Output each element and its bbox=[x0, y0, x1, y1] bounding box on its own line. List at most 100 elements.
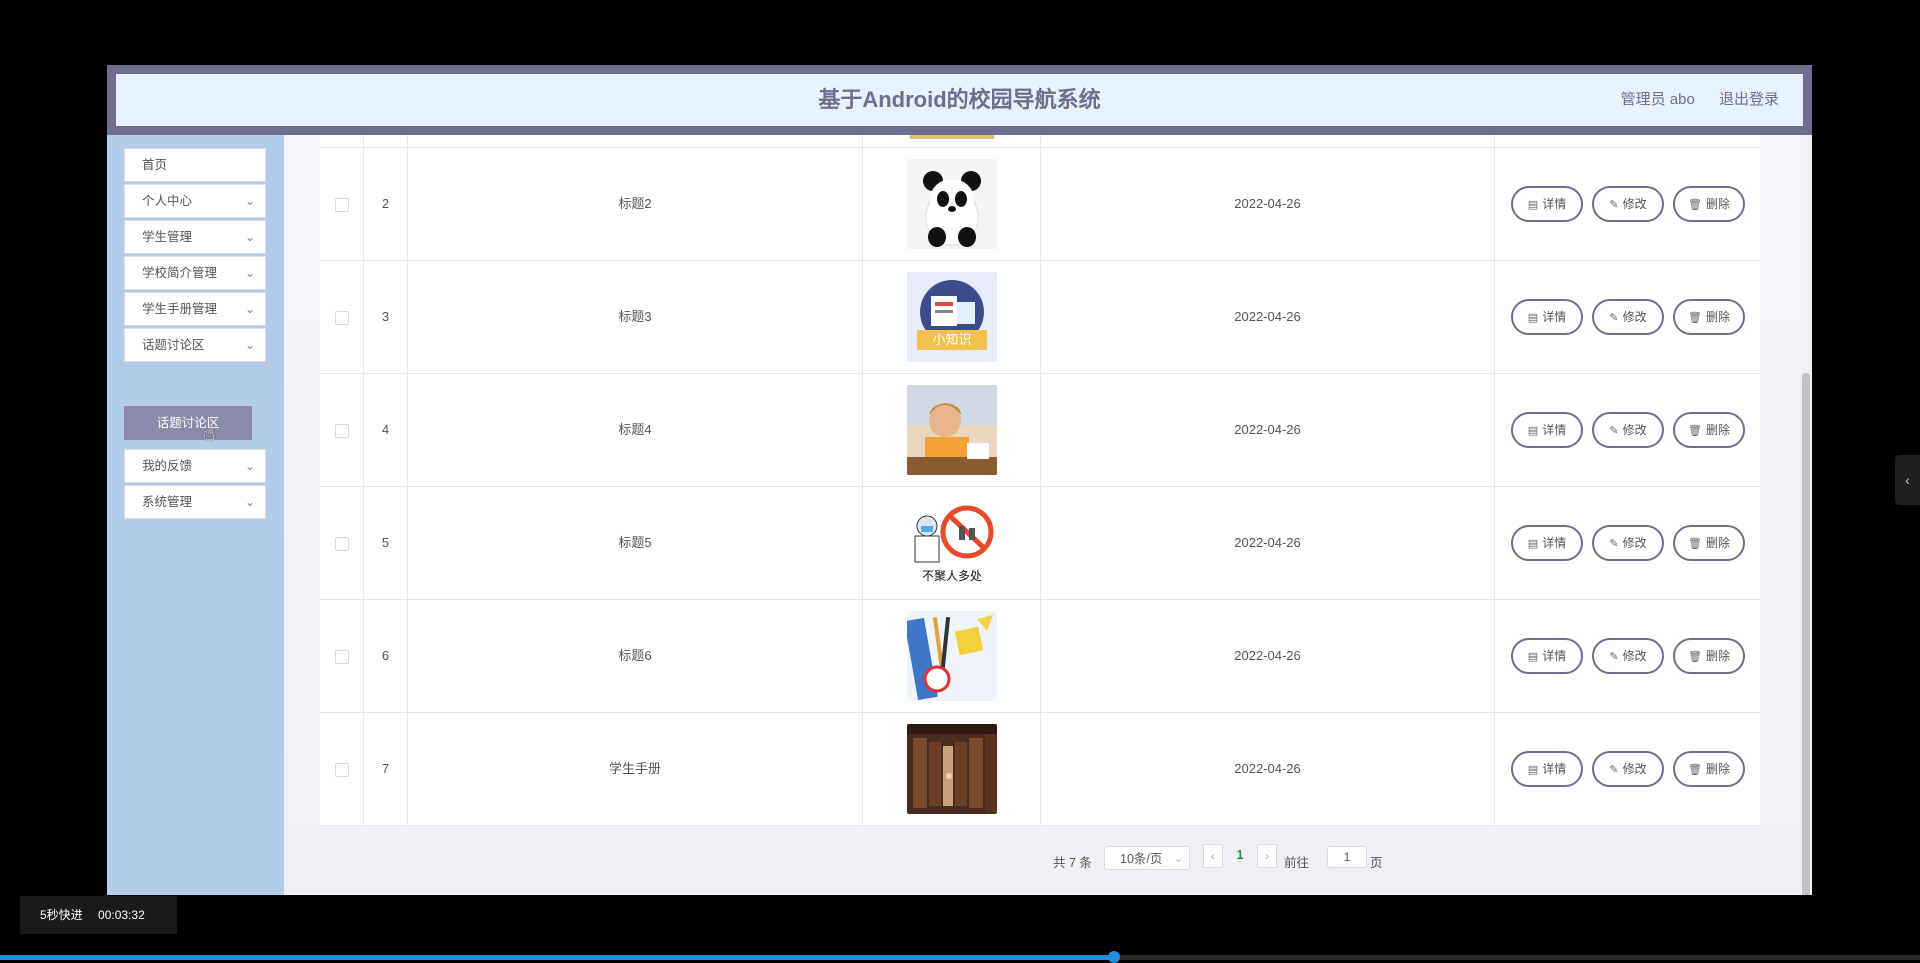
detail-button[interactable]: ▤ 详情 bbox=[1511, 524, 1583, 561]
row-image-cell bbox=[863, 599, 1041, 712]
edit-button[interactable]: ✎ 修改 bbox=[1592, 298, 1664, 335]
row-actions-cell: ▤ 详情 ✎ 修改 🗑 删除 bbox=[1495, 599, 1760, 712]
row-title-cell: 学生手册 bbox=[408, 712, 863, 825]
row-index: 6 bbox=[381, 647, 390, 663]
sidebar-item-student-handbook[interactable]: 学生手册管理 ⌄ bbox=[124, 292, 266, 326]
progress-knob[interactable] bbox=[1107, 951, 1120, 963]
chevron-down-icon: ⌄ bbox=[1173, 853, 1183, 865]
edit-button-label: 修改 bbox=[1622, 648, 1647, 663]
sidebar-item-home[interactable]: 首页 bbox=[124, 148, 266, 182]
row-checkbox[interactable] bbox=[335, 197, 349, 212]
page-size-value: 10条/页 bbox=[1120, 852, 1163, 866]
delete-button[interactable]: 🗑 删除 bbox=[1673, 750, 1745, 787]
sidebar-item-personal-center[interactable]: 个人中心 ⌄ bbox=[124, 184, 266, 218]
row-date-cell: 2022-04-26 bbox=[1041, 373, 1495, 486]
row-title-cell: 标题4 bbox=[408, 373, 863, 486]
stationery-image bbox=[907, 610, 997, 701]
edit-icon: ✎ bbox=[1609, 537, 1619, 550]
trash-icon: 🗑 bbox=[1688, 650, 1702, 663]
row-title: 学生手册 bbox=[608, 760, 661, 776]
row-actions-cell: ▤ 详情 ✎ 修改 🗑 删除 bbox=[1495, 147, 1760, 260]
row-index-cell: 7 bbox=[364, 712, 408, 825]
page-size-select[interactable]: 10条/页 ⌄ bbox=[1104, 846, 1190, 870]
next-page-button[interactable]: › bbox=[1257, 844, 1277, 868]
student-image bbox=[907, 384, 997, 475]
sidebar-item-label: 话题讨论区 bbox=[142, 338, 205, 352]
row-image-cell: 小知识 bbox=[863, 260, 1041, 373]
progress-fill bbox=[0, 955, 1114, 960]
edit-icon: ✎ bbox=[1609, 311, 1619, 324]
chevron-down-icon: ⌄ bbox=[244, 459, 255, 473]
collapse-panel-button[interactable]: ‹ bbox=[1895, 455, 1920, 505]
row-checkbox[interactable] bbox=[335, 536, 349, 551]
edit-button[interactable]: ✎ 修改 bbox=[1592, 185, 1664, 222]
row-checkbox[interactable] bbox=[335, 762, 349, 777]
detail-button[interactable]: ▤ 详情 bbox=[1511, 411, 1583, 448]
edit-button[interactable]: ✎ 修改 bbox=[1592, 637, 1664, 674]
edit-button[interactable]: ✎ 修改 bbox=[1592, 411, 1664, 448]
delete-button-label: 删除 bbox=[1705, 761, 1730, 776]
svg-text:不聚人多处: 不聚人多处 bbox=[922, 569, 982, 583]
thumbnail-partial bbox=[910, 135, 994, 139]
knowledge-image: 小知识 bbox=[907, 271, 997, 362]
row-checkbox[interactable] bbox=[335, 310, 349, 325]
sidebar-item-system-management[interactable]: 系统管理 ⌄ bbox=[124, 485, 266, 519]
delete-button[interactable]: 🗑 删除 bbox=[1673, 637, 1745, 674]
sidebar-item-school-intro[interactable]: 学校简介管理 ⌄ bbox=[124, 256, 266, 290]
logout-link[interactable]: 退出登录 bbox=[1719, 91, 1779, 108]
row-date: 2022-04-26 bbox=[1234, 195, 1301, 211]
detail-button[interactable]: ▤ 详情 bbox=[1511, 185, 1583, 222]
delete-button[interactable]: 🗑 删除 bbox=[1673, 411, 1745, 448]
detail-button-label: 详情 bbox=[1542, 648, 1567, 663]
row-select-cell bbox=[320, 260, 364, 373]
edit-icon: ✎ bbox=[1609, 424, 1619, 437]
scrollbar[interactable] bbox=[1800, 135, 1812, 895]
sidebar-subitem-discussion[interactable]: 话题讨论区 bbox=[124, 406, 252, 440]
edit-icon: ✎ bbox=[1609, 650, 1619, 663]
delete-button[interactable]: 🗑 删除 bbox=[1673, 298, 1745, 335]
page-number-current[interactable]: 1 bbox=[1229, 844, 1251, 866]
document-icon: ▤ bbox=[1527, 650, 1539, 663]
delete-button-label: 删除 bbox=[1705, 535, 1730, 550]
delete-button[interactable]: 🗑 删除 bbox=[1673, 185, 1745, 222]
document-icon: ▤ bbox=[1527, 311, 1539, 324]
row-date-cell: 2022-04-26 bbox=[1041, 599, 1495, 712]
main-content: 2 标题2 2022-04-26 ▤ 详情 ✎ 修改 🗑 删除 3 标题3 小知识 2022-04-26… bbox=[284, 135, 1806, 895]
prev-page-button[interactable]: ‹ bbox=[1203, 844, 1223, 868]
sidebar-item-discussion[interactable]: 话题讨论区 ⌄ bbox=[124, 328, 266, 362]
edit-button-label: 修改 bbox=[1622, 422, 1647, 437]
data-table: 2 标题2 2022-04-26 ▤ 详情 ✎ 修改 🗑 删除 3 标题3 小知识 2022-04-26… bbox=[320, 135, 1760, 826]
page-title: 基于Android的校园导航系统 bbox=[818, 87, 1101, 112]
row-title-cell: 标题2 bbox=[408, 147, 863, 260]
row-index: 7 bbox=[381, 760, 390, 776]
row-checkbox[interactable] bbox=[335, 423, 349, 438]
sidebar-item-feedback[interactable]: 我的反馈 ⌄ bbox=[124, 449, 266, 483]
detail-button[interactable]: ▤ 详情 bbox=[1511, 298, 1583, 335]
trash-icon: 🗑 bbox=[1688, 198, 1702, 211]
row-date-cell: 2022-04-26 bbox=[1041, 147, 1495, 260]
sidebar-item-student-management[interactable]: 学生管理 ⌄ bbox=[124, 220, 266, 254]
trash-icon: 🗑 bbox=[1688, 537, 1702, 550]
row-select-cell bbox=[320, 147, 364, 260]
page-suffix-label: 页 bbox=[1370, 856, 1383, 870]
delete-button[interactable]: 🗑 删除 bbox=[1673, 524, 1745, 561]
scrollbar-thumb[interactable] bbox=[1802, 373, 1810, 895]
row-title-cell: 标题3 bbox=[408, 260, 863, 373]
row-title: 标题2 bbox=[618, 195, 652, 211]
goto-page-input[interactable] bbox=[1327, 846, 1367, 868]
mouse-cursor-icon: ☝ bbox=[203, 423, 216, 445]
detail-button-label: 详情 bbox=[1542, 535, 1567, 550]
row-actions-cell: ▤ 详情 ✎ 修改 🗑 删除 bbox=[1495, 373, 1760, 486]
admin-user-label[interactable]: 管理员 abo bbox=[1621, 91, 1695, 108]
row-title-cell: 标题6 bbox=[408, 599, 863, 712]
watermark-logo: ▶ EV bbox=[1284, 756, 1434, 819]
table-row: 3 标题3 小知识 2022-04-26 ▤ 详情 ✎ 修改 🗑 删除 bbox=[320, 260, 1760, 374]
no-gathering-image: 不聚人多处 bbox=[907, 497, 997, 588]
playback-progress-bar[interactable] bbox=[0, 951, 1920, 963]
edit-button[interactable]: ✎ 修改 bbox=[1592, 524, 1664, 561]
detail-button[interactable]: ▤ 详情 bbox=[1511, 637, 1583, 674]
row-checkbox[interactable] bbox=[335, 649, 349, 664]
table-row: 2 标题2 2022-04-26 ▤ 详情 ✎ 修改 🗑 删除 bbox=[320, 147, 1760, 261]
row-index-cell: 4 bbox=[364, 373, 408, 486]
row-actions-cell: ▤ 详情 ✎ 修改 🗑 删除 bbox=[1495, 260, 1760, 373]
